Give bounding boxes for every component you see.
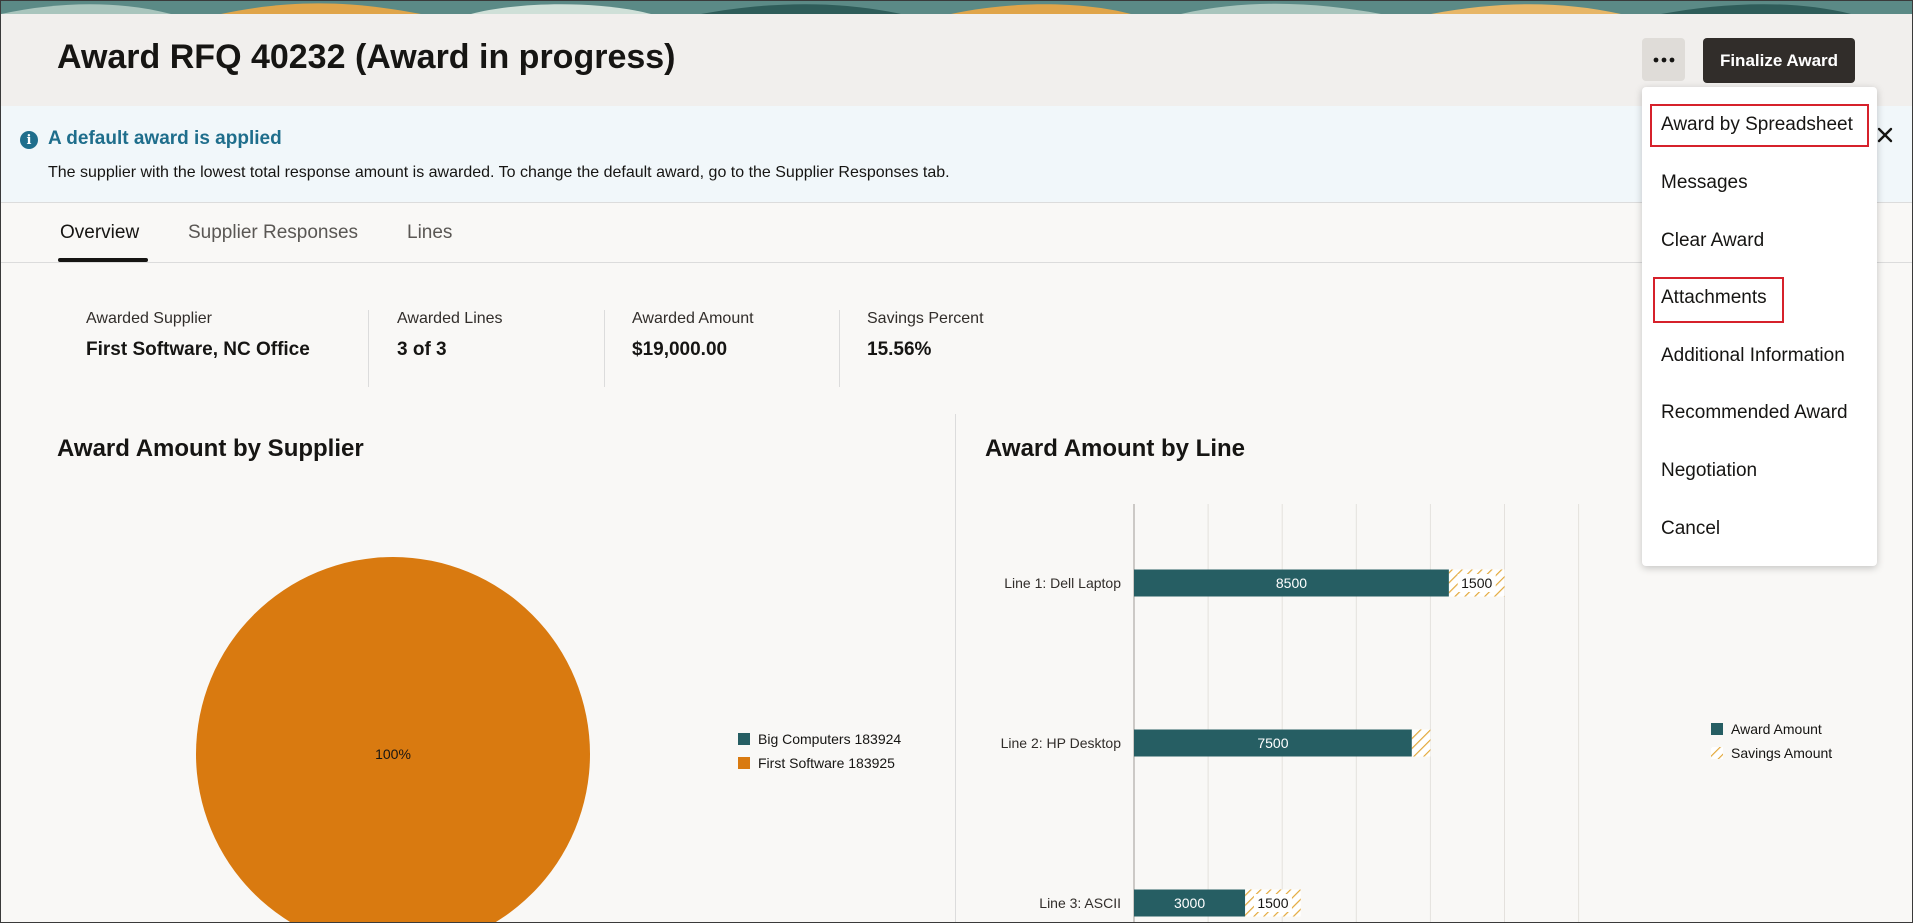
legend-label-big-computers-183924: Big Computers 183924 — [758, 731, 901, 747]
kpi-divider — [604, 310, 605, 387]
kpi-label: Savings Percent — [867, 310, 984, 327]
active-tab-indicator — [58, 258, 148, 262]
kpi-label: Awarded Lines — [397, 310, 503, 327]
kpi-savings-percent: Savings Percent 15.56% — [867, 310, 984, 361]
legend-label-first-software-183925: First Software 183925 — [758, 755, 895, 771]
legend-label-award-amount: Award Amount — [1731, 721, 1822, 737]
kpi-divider — [839, 310, 840, 387]
category-label-line-3-ascii: Line 3: ASCII — [1039, 895, 1121, 911]
bar-value-label: 8500 — [1276, 575, 1307, 591]
pie-slice-label: 100% — [375, 746, 411, 762]
legend-swatch-big-computers-183924 — [738, 733, 750, 745]
menu-item-messages[interactable]: Messages — [1661, 172, 1748, 194]
kpi-label: Awarded Amount — [632, 310, 754, 327]
tab-supplier-responses[interactable]: Supplier Responses — [188, 222, 358, 244]
kpi-awarded-lines: Awarded Lines 3 of 3 — [397, 310, 503, 361]
bar-value-label: 1500 — [1257, 895, 1288, 911]
info-message: i A default award is applied The supplie… — [1, 106, 1912, 203]
legend-swatch-award-amount — [1711, 723, 1723, 735]
kpi-divider — [368, 310, 369, 387]
supplier-chart-title: Award Amount by Supplier — [57, 435, 364, 462]
kpi-value: 15.56% — [867, 339, 932, 360]
kpi-awarded-amount: Awarded Amount $19,000.00 — [632, 310, 754, 361]
kpi-value: 3 of 3 — [397, 339, 447, 360]
category-label-line-2-hp-desktop: Line 2: HP Desktop — [1001, 735, 1122, 751]
bar-value-label: 7500 — [1257, 735, 1288, 751]
info-title: A default award is applied — [48, 128, 282, 149]
page-title: Award RFQ 40232 (Award in progress) — [57, 38, 676, 76]
line-chart-title: Award Amount by Line — [985, 435, 1246, 462]
menu-item-negotiation[interactable]: Negotiation — [1661, 460, 1757, 482]
kpi-awarded-supplier: Awarded Supplier First Software, NC Offi… — [86, 310, 310, 361]
app-frame: Award RFQ 40232 (Award in progress) Fina… — [0, 0, 1913, 923]
supplier-pie-chart: 100% Big Computers 183924 First Software 1… — [196, 557, 901, 922]
kpi-value: $19,000.00 — [632, 339, 728, 360]
tab-lines[interactable]: Lines — [407, 222, 452, 244]
legend-swatch-savings-amount — [1711, 747, 1723, 759]
legend-label-savings-amount: Savings Amount — [1731, 745, 1832, 761]
highlight-attachments — [1653, 277, 1784, 323]
kpi-value: First Software, NC Office — [86, 339, 310, 360]
highlight-award-by-spreadsheet — [1650, 104, 1869, 147]
menu-item-cancel[interactable]: Cancel — [1661, 518, 1720, 540]
category-label-line-1-dell-laptop: Line 1: Dell Laptop — [1004, 575, 1121, 591]
more-actions-menu: Award by Spreadsheet Messages Clear Awar… — [1642, 87, 1877, 566]
menu-item-additional-information[interactable]: Additional Information — [1661, 345, 1845, 367]
more-actions-button[interactable] — [1642, 38, 1685, 81]
finalize-award-button[interactable]: Finalize Award — [1703, 38, 1855, 83]
bar-savings-amount-line-2-hp-desktop — [1411, 729, 1431, 757]
pie-slice-first-software-183925 — [196, 557, 590, 922]
banner-pattern — [1, 1, 1912, 14]
ellipsis-icon — [1653, 57, 1675, 63]
info-text: The supplier with the lowest total respo… — [48, 164, 950, 181]
bar-value-label: 3000 — [1174, 895, 1205, 911]
menu-item-recommended-award[interactable]: Recommended Award — [1661, 402, 1848, 424]
info-icon: i — [20, 131, 38, 149]
tab-overview[interactable]: Overview — [60, 222, 139, 244]
legend-swatch-first-software-183925 — [738, 757, 750, 769]
page-header: Award RFQ 40232 (Award in progress) Fina… — [1, 14, 1912, 106]
menu-item-clear-award[interactable]: Clear Award — [1661, 230, 1764, 252]
kpi-label: Awarded Supplier — [86, 310, 213, 327]
bar-value-label: 1500 — [1461, 575, 1492, 591]
tab-bar: Overview Supplier Responses Lines — [1, 203, 1912, 263]
